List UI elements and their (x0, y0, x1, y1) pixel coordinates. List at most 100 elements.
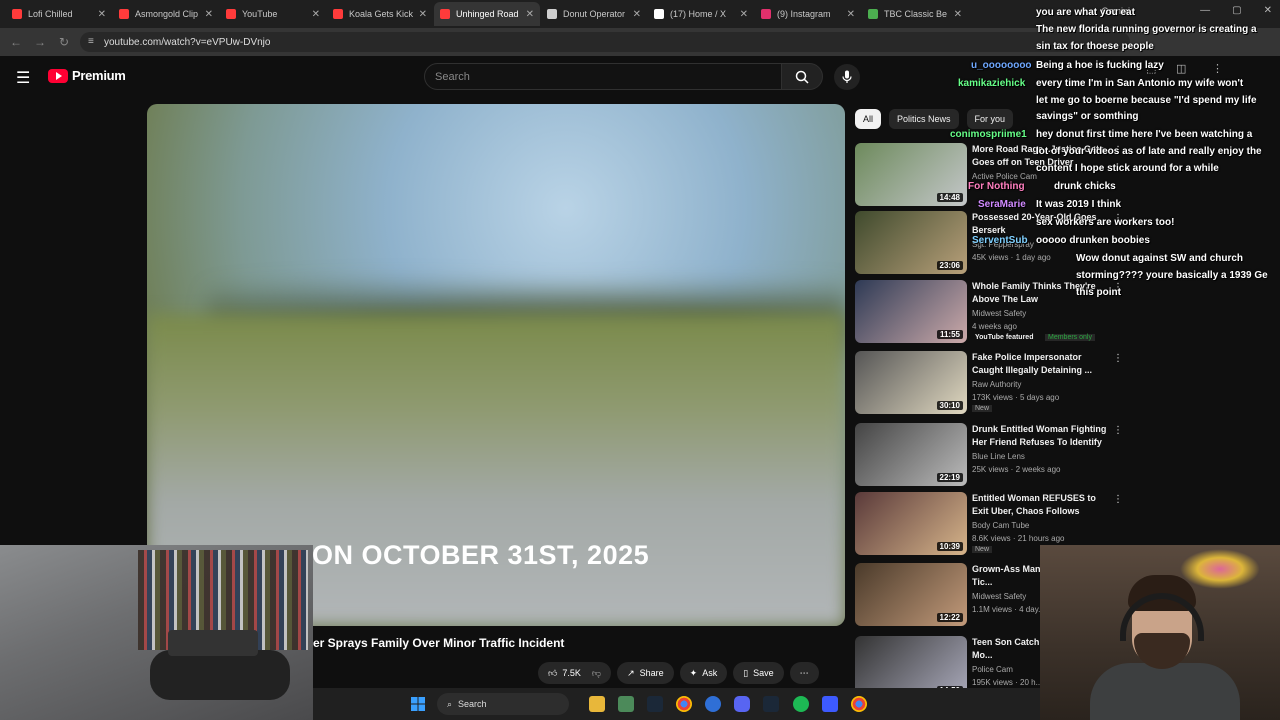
tab-close-icon[interactable]: ✕ (312, 9, 320, 20)
chrome-active-icon[interactable] (851, 696, 867, 712)
chip[interactable]: All (855, 109, 882, 129)
chat-message: It was 2019 I think (1036, 199, 1122, 210)
ask-button[interactable]: ✦ Ask (679, 662, 728, 684)
thumbs-up-icon: 👍︎ (548, 667, 558, 678)
browser-tab[interactable]: Donut Operator ✕ (541, 2, 647, 26)
chat-username: ServentSub (972, 235, 1028, 246)
browser-tab[interactable]: (17) Home / X ✕ (648, 2, 754, 26)
more-options-icon[interactable]: ⋮ (1113, 425, 1123, 436)
chip[interactable]: Politics News (889, 109, 959, 129)
thumbs-down-icon[interactable]: 👎︎ (592, 668, 601, 679)
browser-tab[interactable]: Unhinged Road ✕ (434, 2, 540, 26)
browser-tab[interactable]: (9) Instagram ✕ (755, 2, 861, 26)
share-button[interactable]: ↗ Share (617, 662, 674, 684)
tab-close-icon[interactable]: ✕ (205, 9, 213, 20)
video-thumbnail[interactable]: 30:10 (855, 351, 967, 414)
taskbar-search[interactable]: ⌕ Search (437, 693, 569, 715)
share-label: Share (639, 668, 664, 678)
save-button[interactable]: ▯ Save (733, 662, 784, 684)
browser-tab[interactable]: YouTube ✕ (220, 2, 326, 26)
logo-text: Premium (72, 68, 126, 83)
chat-message: sex workers are workers too! (1036, 217, 1175, 228)
tab-close-icon[interactable]: ✕ (98, 9, 106, 20)
recommendation-item[interactable]: 30:10 Fake Police Impersonator Caught Ill… (855, 351, 1125, 415)
more-options-icon[interactable]: ⋮ (1113, 494, 1123, 505)
youtube-logo[interactable]: Premium (48, 68, 126, 83)
tab-favicon-icon (333, 9, 343, 19)
channel-name[interactable]: Blue Line Lens (972, 452, 1025, 461)
chat-message: drunk chicks (1054, 181, 1116, 192)
tab-favicon-icon (868, 9, 878, 19)
channel-name[interactable]: Midwest Safety (972, 309, 1026, 318)
recommendation-title[interactable]: Fake Police Impersonator Caught Illegall… (972, 351, 1112, 377)
chat-message: every time I'm in San Antonio my wife wo… (1036, 78, 1244, 89)
webcam-left (0, 545, 313, 720)
search-icon (795, 70, 809, 84)
more-actions-button[interactable]: ⋯ (789, 662, 819, 684)
video-thumbnail[interactable]: 22:19 (855, 423, 967, 486)
browser-tab[interactable]: Asmongold Clip ✕ (113, 2, 219, 26)
app-icon-2[interactable] (822, 696, 838, 712)
tab-close-icon[interactable]: ✕ (419, 9, 427, 20)
search-button[interactable] (781, 63, 823, 90)
tab-title: TBC Classic Be (884, 9, 948, 19)
video-thumbnail[interactable]: 12:22 (855, 563, 967, 626)
file-explorer-icon[interactable] (589, 696, 605, 712)
steam-icon[interactable] (647, 696, 663, 712)
recommendation-title[interactable]: Entitled Woman REFUSES to Exit Uber, Cha… (972, 492, 1112, 518)
video-meta: 25K views · 2 weeks ago (972, 465, 1061, 474)
windows-start-icon[interactable] (411, 697, 425, 711)
steam-alt-icon[interactable] (763, 696, 779, 712)
chrome-icon[interactable] (676, 696, 692, 712)
video-meta: 1.1M views · 4 day... (972, 605, 1045, 614)
back-icon[interactable]: ← (4, 35, 28, 49)
app-icon[interactable] (618, 696, 634, 712)
discord-icon[interactable] (734, 696, 750, 712)
neon-sign (1180, 549, 1260, 589)
share-icon: ↗ (627, 667, 635, 678)
duration-badge: 22:19 (936, 473, 963, 482)
tab-title: YouTube (242, 9, 278, 19)
youtube-play-icon (48, 68, 68, 83)
browser-tab[interactable]: Lofi Chilled ✕ (6, 2, 112, 26)
video-meta: 8.6K views · 21 hours ago (972, 534, 1065, 543)
tab-favicon-icon (12, 9, 22, 19)
like-button[interactable]: 👍︎ 7.5K 👎︎ (538, 662, 612, 684)
chat-message: savings" or somthing (1036, 111, 1139, 122)
channel-name[interactable]: Raw Authority (972, 380, 1021, 389)
search-input[interactable]: Search (424, 63, 782, 90)
recommendation-title[interactable]: Drunk Entitled Woman Fighting Her Friend… (972, 423, 1112, 449)
recommendation-item[interactable]: 22:19 Drunk Entitled Woman Fighting Her F… (855, 423, 1125, 487)
video-thumbnail[interactable]: 10:39 (855, 492, 967, 555)
bluetooth-app-icon[interactable] (705, 696, 721, 712)
save-label: Save (753, 668, 774, 678)
forward-icon[interactable]: → (28, 35, 52, 49)
duration-badge: 10:39 (936, 542, 963, 551)
site-info-icon[interactable]: ≡ (88, 36, 94, 47)
channel-name[interactable]: Midwest Safety (972, 592, 1026, 601)
tab-close-icon[interactable]: ✕ (526, 9, 534, 20)
tab-title: (17) Home / X (670, 9, 727, 19)
browser-tab[interactable]: Koala Gets Kick ✕ (327, 2, 433, 26)
tab-close-icon[interactable]: ✕ (740, 9, 748, 20)
hamburger-menu-icon[interactable]: ☰ (16, 68, 30, 88)
chat-username: kamikaziehick (958, 78, 1026, 89)
duration-badge: 11:55 (936, 330, 963, 339)
more-icon: ⋯ (799, 667, 809, 678)
voice-search-button[interactable] (834, 64, 860, 90)
streamer-shirt (1090, 663, 1240, 720)
tab-favicon-icon (654, 9, 664, 19)
video-meta: 195K views · 20 h... (972, 678, 1043, 687)
spotify-icon[interactable] (793, 696, 809, 712)
channel-name[interactable]: Body Cam Tube (972, 521, 1029, 530)
chat-username: For Nothing (968, 181, 1025, 192)
tab-favicon-icon (226, 9, 236, 19)
more-options-icon[interactable]: ⋮ (1113, 353, 1123, 364)
chat-message: you are what you eat (1036, 7, 1135, 18)
tab-close-icon[interactable]: ✕ (633, 9, 641, 20)
channel-name[interactable]: Police Cam (972, 665, 1013, 674)
tab-close-icon[interactable]: ✕ (847, 9, 855, 20)
url-text: youtube.com/watch?v=eVPUw-DVnjo (104, 36, 271, 48)
duration-badge: 30:10 (936, 401, 963, 410)
reload-icon[interactable]: ↻ (52, 35, 76, 49)
